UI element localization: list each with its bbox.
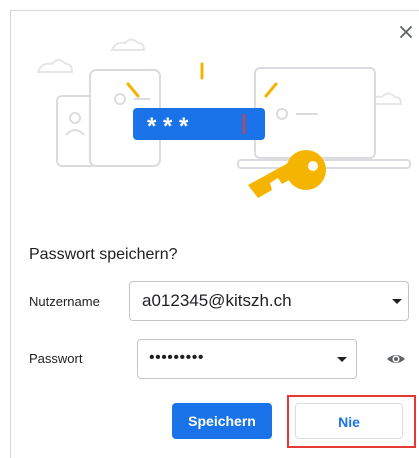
username-label: Nutzername (29, 294, 100, 309)
password-value: ••••••••• (149, 349, 204, 366)
password-illustration: * * * (36, 38, 411, 198)
username-value: a012345@kitszh.ch (142, 291, 292, 310)
password-label: Passwort (29, 351, 83, 366)
chevron-down-icon (337, 357, 347, 362)
chevron-down-icon (392, 299, 402, 304)
save-button[interactable]: Speichern (172, 403, 272, 439)
close-button[interactable] (396, 22, 416, 42)
eye-icon (387, 355, 405, 363)
password-select[interactable]: ••••••••• (137, 339, 357, 379)
username-select[interactable]: a012345@kitszh.ch (129, 281, 409, 321)
close-icon (400, 26, 412, 38)
dialog-title: Passwort speichern? (29, 246, 178, 263)
password-mask-text: * * * (147, 113, 189, 140)
show-password-button[interactable] (386, 349, 406, 369)
never-button[interactable]: Nie (295, 403, 403, 439)
